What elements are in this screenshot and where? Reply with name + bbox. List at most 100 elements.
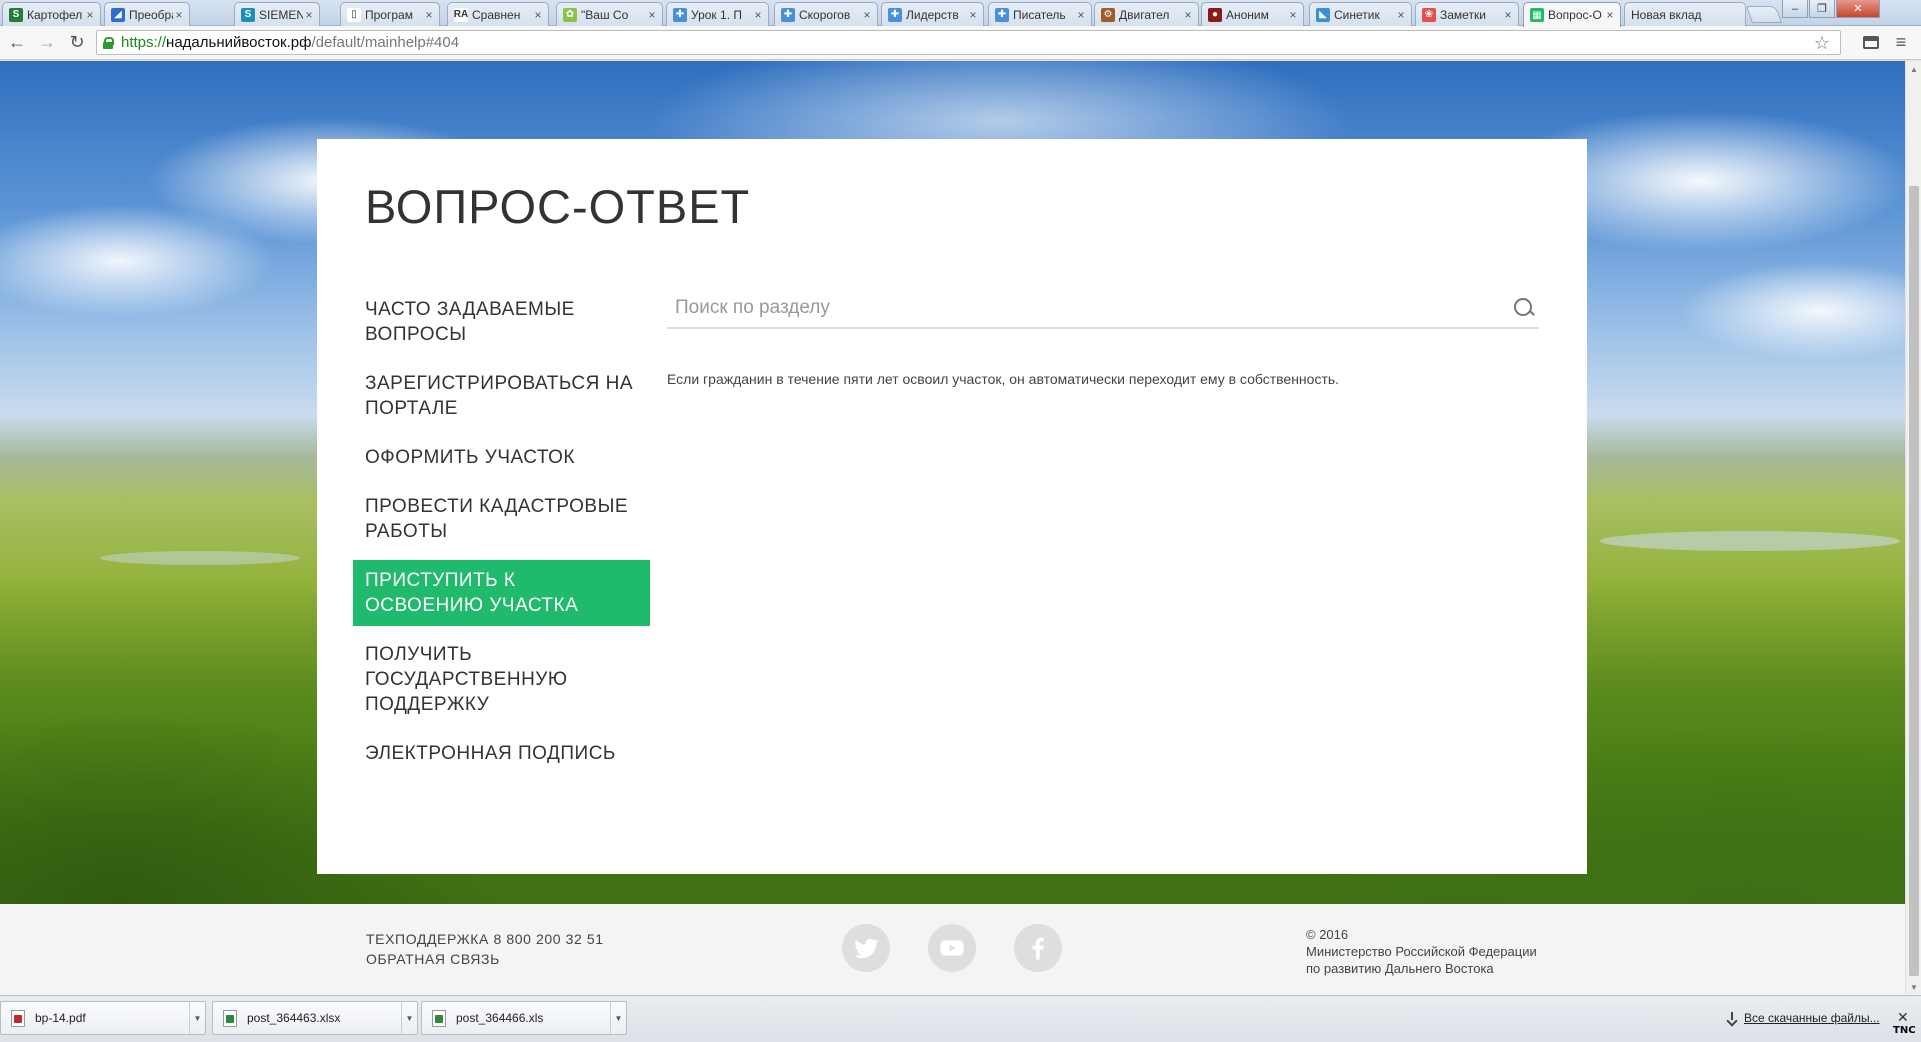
copyright-ministry: Министерство Российской Федерации	[1306, 944, 1537, 959]
tab-title: "Ваш Со	[581, 7, 629, 22]
download-menu-chevron-down-icon[interactable]: ▼	[610, 1002, 626, 1034]
tab-close-icon[interactable]: ×	[532, 8, 544, 22]
forward-button[interactable]: →	[34, 30, 60, 56]
favicon-icon: ◢	[111, 7, 125, 22]
tab-close-icon[interactable]: ×	[84, 8, 96, 22]
youtube-icon	[940, 940, 964, 956]
faq-menu-item[interactable]: ПОЛУЧИТЬ ГОСУДАРСТВЕННУЮ ПОДДЕРЖКУ	[353, 634, 650, 725]
pdf-file-icon	[11, 1009, 25, 1027]
faq-menu-item[interactable]: ПРОВЕСТИ КАДАСТРОВЫЕ РАБОТЫ	[353, 486, 650, 552]
download-filename: bp-14.pdf	[35, 1011, 86, 1025]
copyright-block: © 2016 Министерство Российской Федерации…	[1306, 926, 1537, 977]
answer-text: Если гражданин в течение пяти лет освоил…	[667, 371, 1340, 387]
faq-menu-item[interactable]: ПРИСТУПИТЬ К ОСВОЕНИЮ УЧАСТКА	[353, 560, 650, 626]
browser-tab[interactable]: S SIEMENS×	[234, 2, 320, 26]
tab-close-icon[interactable]: ×	[1182, 8, 1194, 22]
menu-icon[interactable]: ≡	[1890, 31, 1912, 53]
browser-tab[interactable]: ✚ Урок 1. П ×	[666, 2, 769, 26]
favicon-icon: ◣	[1316, 7, 1330, 22]
tab-close-icon[interactable]: ×	[423, 8, 435, 22]
favicon-icon: ●	[1208, 7, 1222, 22]
search-icon[interactable]	[1513, 297, 1535, 319]
faq-menu-item[interactable]: ЭЛЕКТРОННАЯ ПОДПИСЬ	[353, 733, 650, 774]
tab-title: SIEMENS	[259, 7, 303, 22]
faq-menu-item[interactable]: ОФОРМИТЬ УЧАСТОК	[353, 437, 650, 478]
youtube-button[interactable]	[928, 924, 976, 972]
facebook-button[interactable]	[1014, 924, 1062, 972]
window-close-button[interactable]: ✕	[1836, 0, 1880, 18]
page-title: ВОПРОС-ОТВЕТ	[365, 180, 751, 233]
tab-close-icon[interactable]: ×	[1395, 8, 1407, 22]
browser-tab[interactable]: ▯ Програм ×	[340, 2, 440, 26]
browser-tab[interactable]: ✚ Писатель ×	[988, 2, 1092, 26]
faq-menu-item[interactable]: ЧАСТО ЗАДАВАЕМЫЕ ВОПРОСЫ	[353, 289, 650, 355]
feedback-link[interactable]: ОБРАТНАЯ СВЯЗЬ	[366, 949, 604, 969]
scroll-up-arrow-icon[interactable]: ▲	[1906, 61, 1921, 77]
tab-close-icon[interactable]: ×	[173, 8, 185, 22]
lock-icon	[103, 36, 114, 49]
tab-title: Синетик	[1334, 7, 1380, 22]
river-image	[1600, 531, 1900, 551]
browser-tab[interactable]: Новая вклад	[1624, 2, 1746, 26]
tab-title: Новая вклад	[1631, 7, 1702, 22]
browser-tab[interactable]: ◣ Синетик ×	[1309, 2, 1412, 26]
download-menu-chevron-down-icon[interactable]: ▼	[189, 1002, 205, 1034]
tab-close-icon[interactable]: ×	[1502, 8, 1514, 22]
tab-close-icon[interactable]: ×	[967, 8, 979, 22]
download-menu-chevron-down-icon[interactable]: ▼	[401, 1002, 417, 1034]
tab-title: Писатель	[1013, 7, 1066, 22]
download-filename: post_364463.xlsx	[247, 1011, 341, 1025]
tab-close-icon[interactable]: ×	[646, 8, 658, 22]
browser-tab[interactable]: ▦ Вопрос-О ×	[1523, 2, 1621, 27]
tab-close-icon[interactable]: ×	[1287, 8, 1299, 22]
tab-close-icon[interactable]: ×	[861, 8, 873, 22]
browser-tab[interactable]: ✚ Скорогов ×	[774, 2, 878, 26]
tab-close-icon[interactable]: ×	[1075, 8, 1087, 22]
faq-menu: ЧАСТО ЗАДАВАЕМЫЕ ВОПРОСЫ ЗАРЕГИСТРИРОВАТЬ…	[353, 289, 650, 782]
close-shelf-icon[interactable]: ✕	[1897, 1009, 1909, 1026]
favicon-icon: ▯	[347, 7, 361, 22]
back-button[interactable]: ←	[4, 30, 30, 56]
scroll-down-arrow-icon[interactable]: ▼	[1906, 979, 1921, 995]
download-item[interactable]: post_364466.xls ▼	[421, 1001, 627, 1035]
scrollbar-thumb[interactable]	[1909, 186, 1919, 976]
faq-menu-item[interactable]: ЗАРЕГИСТРИРОВАТЬСЯ НА ПОРТАЛЕ	[353, 363, 650, 429]
browser-tab[interactable]: ❀ Заметки ×	[1415, 2, 1519, 26]
browser-tab[interactable]: ● Аноним ×	[1201, 2, 1304, 26]
maximize-button[interactable]: ❐	[1809, 0, 1835, 18]
twitter-button[interactable]	[842, 924, 890, 972]
tab-close-icon[interactable]: ×	[303, 8, 315, 22]
tab-title: Скорогов	[799, 7, 851, 22]
show-all-downloads-link[interactable]: Все скачанные файлы...	[1726, 1011, 1880, 1025]
favicon-icon: ⚙	[1101, 7, 1115, 22]
download-item[interactable]: post_364463.xlsx ▼	[212, 1001, 418, 1035]
tab-close-icon[interactable]: ×	[752, 8, 764, 22]
vertical-scrollbar[interactable]: ▲ ▼	[1905, 61, 1921, 995]
tab-close-icon[interactable]: ×	[1604, 8, 1616, 22]
reload-button[interactable]: ↻	[64, 30, 90, 56]
page-viewport: ВОПРОС-ОТВЕТ ЧАСТО ЗАДАВАЕМЫЕ ВОПРОСЫ ЗАР…	[0, 61, 1905, 995]
search-input[interactable]	[667, 297, 1513, 319]
browser-tab[interactable]: ✚ Лидерств ×	[881, 2, 984, 26]
tab-title: Картофел	[27, 7, 83, 22]
tab-title: Лидерств	[906, 7, 959, 22]
browser-tab[interactable]: ⚙ Двигател ×	[1094, 2, 1199, 26]
tab-title: Заметки	[1440, 7, 1486, 22]
extension-icon[interactable]	[1860, 31, 1882, 53]
browser-tab[interactable]: ✿ "Ваш Со ×	[556, 2, 663, 26]
favicon-icon: ✚	[995, 7, 1009, 22]
url-scheme: https://	[121, 34, 167, 51]
browser-tab[interactable]: ◢ Преобра ×	[104, 2, 190, 26]
river-image	[100, 551, 300, 565]
bookmark-star-icon[interactable]: ☆	[1814, 33, 1830, 54]
tab-title: Урок 1. П	[691, 7, 742, 22]
tray-badge: TNC	[1893, 1025, 1916, 1036]
download-item[interactable]: bp-14.pdf ▼	[0, 1001, 206, 1035]
browser-tab[interactable]: S Картофел ×	[2, 2, 101, 26]
new-tab-button[interactable]	[1745, 6, 1783, 23]
minimize-button[interactable]: ‒	[1782, 0, 1808, 18]
address-bar[interactable]: https:// надальнийвосток.рф /default/mai…	[96, 30, 1841, 55]
twitter-icon	[854, 938, 879, 959]
browser-tab[interactable]: RA Сравнен ×	[447, 2, 549, 26]
favicon-icon: S	[9, 7, 23, 22]
